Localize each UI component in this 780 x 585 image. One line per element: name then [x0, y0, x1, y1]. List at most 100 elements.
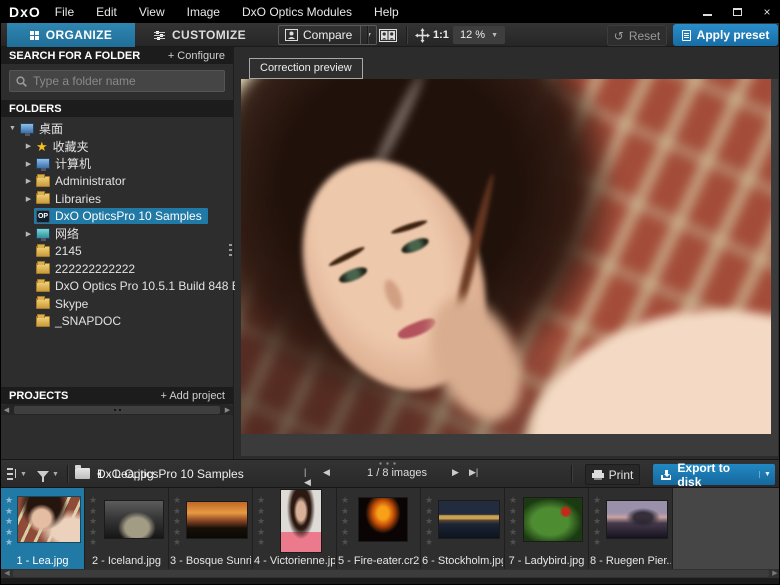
filmstrip-resize-grip[interactable]	[377, 462, 397, 465]
thumbnail-ruegen-pier[interactable]: ★★★★★ 8 - Ruegen Pier....	[589, 488, 673, 569]
projects-title: PROJECTS	[9, 390, 68, 402]
thumbnail-image	[187, 502, 247, 538]
menu-help[interactable]: Help	[374, 5, 399, 19]
expander-collapsed-icon[interactable]: ▶	[23, 177, 34, 185]
apply-preset-button[interactable]: Apply preset	[673, 24, 778, 46]
minimize-button[interactable]	[701, 5, 713, 19]
rating-stars[interactable]: ★★★★★	[593, 495, 603, 548]
menu-dxo-optics-modules[interactable]: DxO Optics Modules	[242, 5, 352, 19]
rating-stars[interactable]: ★★★★★	[509, 495, 519, 548]
scroll-left-icon[interactable]: ◀	[1, 569, 13, 578]
configure-link[interactable]: + Configure	[168, 50, 225, 62]
scroll-right-icon[interactable]: ▶	[222, 406, 233, 414]
tree-item-dxo-samples[interactable]: OPDxO OpticsPro 10 Samples	[1, 208, 233, 226]
tree-item-libraries[interactable]: ▶ Libraries	[1, 190, 233, 208]
sort-button[interactable]: ▼	[7, 465, 35, 483]
filter-button[interactable]: ▼	[37, 465, 65, 483]
rating-stars[interactable]: ★★★★★	[425, 495, 435, 548]
tree-item-network[interactable]: ▶ 网络	[1, 225, 233, 243]
next-image-button[interactable]: ▶	[452, 467, 459, 478]
close-button[interactable]: ×	[761, 5, 773, 19]
folder-icon	[36, 281, 50, 292]
tree-item-favorites[interactable]: ▶ ★收藏夹	[1, 138, 233, 156]
rating-stars[interactable]: ★★★★★	[89, 495, 99, 548]
minimize-icon	[703, 14, 712, 16]
image-position-indicator: 1 / 8 images	[345, 467, 449, 479]
tree-item-dxo-elite[interactable]: DxO Optics Pro 10.5.1 Build 848 Elite (x…	[1, 278, 233, 296]
search-folder-header: SEARCH FOR A FOLDER + Configure	[1, 47, 233, 64]
expander-collapsed-icon[interactable]: ▶	[23, 142, 34, 150]
rating-stars[interactable]: ★★★★★	[5, 495, 15, 548]
zoom-one-to-one-button[interactable]: 1:1	[433, 29, 449, 41]
rating-stars[interactable]: ★★★★★	[173, 495, 183, 548]
expander-collapsed-icon[interactable]: ▶	[23, 230, 34, 238]
folder-search-input[interactable]	[33, 74, 218, 88]
menu-view[interactable]: View	[139, 5, 165, 19]
folder-icon	[36, 176, 50, 187]
thumbnail-fire-eater[interactable]: ★★★★★ 5 - Fire-eater.cr2	[337, 488, 421, 569]
expander-collapsed-icon[interactable]: ▶	[23, 160, 34, 168]
thumbnail-stockholm[interactable]: ★★★★★ 6 - Stockholm.jpg	[421, 488, 505, 569]
thumbnail-name: 2 - Iceland.jpg	[86, 555, 167, 567]
menu-edit[interactable]: Edit	[96, 5, 117, 19]
filmstrip-scrollbar[interactable]: ◀ ▶	[1, 569, 780, 578]
compare-photo-icon	[285, 29, 298, 41]
maximize-button[interactable]	[731, 5, 743, 19]
hair-highlight	[368, 79, 427, 178]
sidebar-splitter-handle[interactable]	[229, 244, 233, 256]
pan-tool-button[interactable]	[411, 25, 433, 45]
zoom-level-select[interactable]: 12 % ▼	[453, 26, 505, 44]
preview-photo[interactable]	[241, 79, 771, 434]
rating-stars[interactable]: ★★★★★	[341, 495, 351, 548]
compare-button[interactable]: Compare	[279, 26, 360, 44]
print-button[interactable]: Print	[585, 464, 640, 485]
menu-file[interactable]: File	[55, 5, 74, 19]
menu-image[interactable]: Image	[187, 5, 220, 19]
bottom-edge	[1, 578, 780, 585]
sidebar-horizontal-scrollbar[interactable]: ◀ ▶	[1, 405, 233, 415]
export-label: Export to disk	[677, 461, 753, 489]
shoulder-shape	[508, 284, 771, 434]
scrollbar-thumb[interactable]	[14, 406, 220, 414]
search-folder-title: SEARCH FOR A FOLDER	[9, 50, 140, 62]
pathbar-separator	[67, 465, 68, 483]
tab-organize[interactable]: ORGANIZE	[7, 23, 135, 47]
compare-dropdown-button[interactable]: ▼	[360, 26, 376, 44]
left-eye	[337, 264, 369, 285]
thumbnail-bosque-sunrise[interactable]: ★★★★★ 3 - Bosque Sunri...	[169, 488, 253, 569]
export-main[interactable]: Export to disk	[653, 461, 759, 489]
add-project-link[interactable]: + Add project	[160, 390, 225, 402]
scroll-right-icon[interactable]: ▶	[769, 569, 780, 578]
thumbnail-iceland[interactable]: ★★★★★ 2 - Iceland.jpg	[85, 488, 169, 569]
export-to-disk-button[interactable]: Export to disk ▼	[653, 464, 775, 485]
scrollbar-track[interactable]	[13, 570, 769, 577]
side-by-side-view-button[interactable]	[375, 25, 401, 45]
tree-item-2145[interactable]: 2145	[1, 243, 233, 261]
main-area: SEARCH FOR A FOLDER + Configure FOLDERS …	[1, 47, 780, 459]
reset-button[interactable]: ↺ Reset	[607, 25, 667, 46]
expander-expanded-icon[interactable]: ▼	[7, 125, 18, 132]
pathbar-separator	[571, 465, 572, 483]
tree-item-snapdoc[interactable]: _SNAPDOC	[1, 313, 233, 331]
neck-shape	[413, 283, 539, 434]
export-dropdown-button[interactable]: ▼	[759, 471, 775, 478]
thumbnail-ladybird[interactable]: ★★★★★ 7 - Ladybird.jpg	[505, 488, 589, 569]
last-icon: ▶|	[469, 467, 478, 478]
projects-header: PROJECTS + Add project	[1, 387, 233, 404]
tab-customize[interactable]: CUSTOMIZE	[135, 23, 265, 47]
previous-image-button[interactable]: ◀	[323, 467, 330, 478]
tree-item-222222222222[interactable]: 222222222222	[1, 260, 233, 278]
tree-item-skype[interactable]: Skype	[1, 295, 233, 313]
scroll-left-icon[interactable]: ◀	[1, 406, 12, 414]
left-eyebrow	[328, 245, 366, 269]
rating-stars[interactable]: ★★★★★	[257, 495, 267, 548]
tree-item-desktop[interactable]: ▼ 桌面	[1, 120, 233, 138]
tree-item-administrator[interactable]: ▶ Administrator	[1, 173, 233, 191]
thumbnail-victorienne[interactable]: ★★★★★ 4 - Victorienne.jpg	[253, 488, 337, 569]
filter-funnel-icon	[37, 471, 49, 478]
expander-collapsed-icon[interactable]: ▶	[23, 195, 34, 203]
thumbnail-lea[interactable]: ★★★★★ 1 - Lea.jpg	[1, 488, 85, 569]
folders-header: FOLDERS	[1, 100, 233, 117]
sort-icon	[7, 467, 17, 481]
tree-item-computer[interactable]: ▶ 计算机	[1, 155, 233, 173]
